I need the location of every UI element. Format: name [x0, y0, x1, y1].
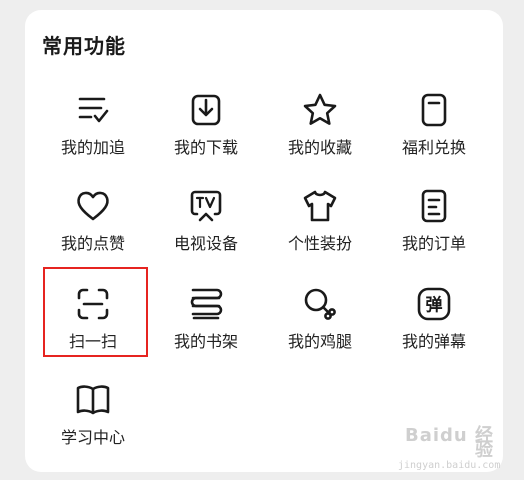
tile-personal-theme[interactable]: 个性装扮	[263, 186, 377, 276]
tile-my-danmaku[interactable]: 弹 我的弹幕	[377, 284, 491, 374]
tshirt-icon	[300, 186, 340, 226]
highlight-box	[43, 267, 148, 357]
tile-label: 我的鸡腿	[287, 332, 352, 351]
tile-label: 电视设备	[173, 234, 238, 253]
tile-label: 我的加追	[60, 138, 125, 157]
watermark-url: jingyan.baidu.com	[398, 460, 501, 471]
tile-label: 我的订单	[401, 234, 466, 253]
danmaku-icon: 弹	[414, 284, 454, 324]
tile-rewards[interactable]: 福利兑换	[377, 90, 491, 180]
tile-my-follows[interactable]: 我的加追	[36, 90, 150, 180]
tile-my-bookshelf[interactable]: 我的书架	[149, 284, 263, 374]
tile-label: 我的下载	[173, 138, 238, 157]
star-icon	[300, 90, 340, 130]
bookshelf-icon	[186, 284, 226, 324]
tile-my-downloads[interactable]: 我的下载	[149, 90, 263, 180]
tv-icon	[186, 186, 226, 226]
heart-icon	[73, 186, 113, 226]
tile-label: 我的书架	[173, 332, 238, 351]
tile-my-favorites[interactable]: 我的收藏	[263, 90, 377, 180]
download-icon	[186, 90, 226, 130]
drumstick-icon	[300, 284, 340, 324]
list-check-icon	[73, 90, 113, 130]
tile-tv-devices[interactable]: 电视设备	[149, 186, 263, 276]
tile-my-drumsticks[interactable]: 我的鸡腿	[263, 284, 377, 374]
tile-learning-center[interactable]: 学习中心	[36, 380, 150, 470]
tile-label: 我的收藏	[287, 138, 352, 157]
book-icon	[73, 380, 113, 420]
order-icon	[414, 186, 454, 226]
svg-text:弹: 弹	[426, 295, 443, 316]
watermark-logo: Baidu 经验	[404, 425, 494, 461]
section-title: 常用功能	[42, 34, 126, 58]
tile-label: 我的弹幕	[401, 332, 466, 351]
tile-my-likes[interactable]: 我的点赞	[36, 186, 150, 276]
watermark: Baidu 经验 jingyan.baidu.com	[398, 425, 500, 472]
tile-label: 我的点赞	[60, 234, 125, 253]
tile-label: 学习中心	[60, 428, 125, 447]
tile-my-orders[interactable]: 我的订单	[377, 186, 491, 276]
tile-label: 福利兑换	[401, 138, 466, 157]
tile-label: 个性装扮	[287, 234, 352, 253]
coupon-icon	[414, 90, 454, 130]
